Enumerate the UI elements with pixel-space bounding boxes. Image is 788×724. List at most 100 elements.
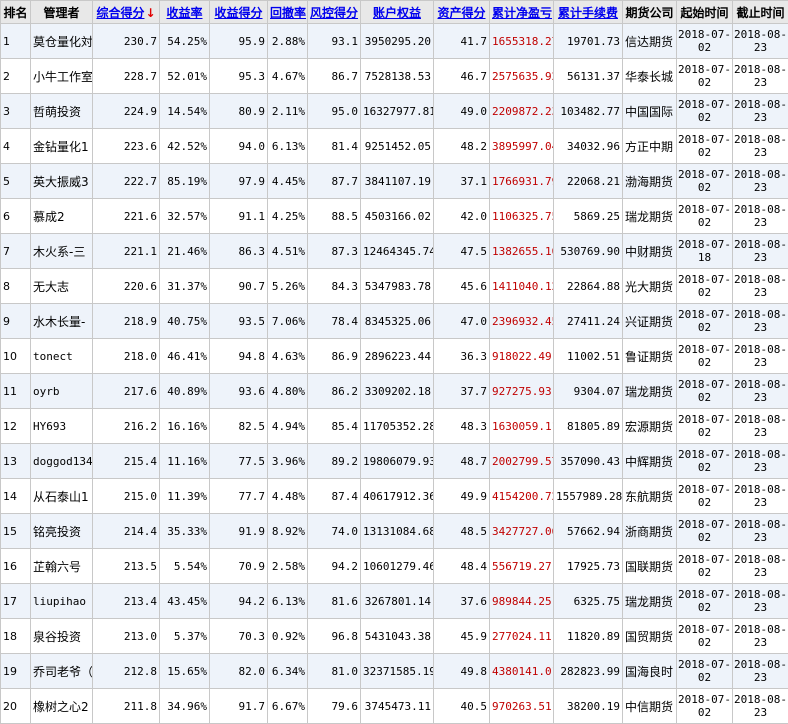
col-fees-header[interactable]: 累计手续费 — [554, 1, 623, 24]
risk-score-cell: 78.4 — [308, 304, 361, 339]
table-row: 3哲萌投资224.914.54%80.92.11%95.016327977.81… — [1, 94, 788, 129]
return-rate-cell: 35.33% — [160, 514, 210, 549]
start-date-cell: 2018-07-02 — [677, 269, 733, 304]
end-date-cell-day: 23 — [734, 531, 787, 544]
col-risk-score-header[interactable]: 风控得分 — [308, 1, 361, 24]
composite-score-cell: 220.6 — [93, 269, 160, 304]
end-date-cell-day: 23 — [734, 286, 787, 299]
start-date-cell: 2018-07-02 — [677, 479, 733, 514]
start-date-cell-day: 02 — [678, 671, 731, 684]
end-date-cell: 2018-08-23 — [733, 339, 788, 374]
end-date-cell-year-month: 2018-08- — [734, 28, 787, 41]
end-date-cell-year-month: 2018-08- — [734, 553, 787, 566]
start-date-cell: 2018-07-02 — [677, 304, 733, 339]
start-date-cell-year-month: 2018-07- — [678, 448, 731, 461]
start-date-cell: 2018-07-02 — [677, 24, 733, 59]
asset-score-cell: 45.9 — [434, 619, 490, 654]
manager-cell: 橡树之心2 — [31, 689, 93, 724]
return-score-cell: 94.0 — [210, 129, 268, 164]
rank-cell: 3 — [1, 94, 31, 129]
start-date-cell-day: 02 — [678, 356, 731, 369]
table-row: 6慕成2221.632.57%91.14.25%88.54503166.0242… — [1, 199, 788, 234]
col-drawdown-header[interactable]: 回撤率 — [268, 1, 308, 24]
col-asset-score-header[interactable]: 资产得分 — [434, 1, 490, 24]
company-cell: 中辉期货 — [623, 444, 677, 479]
company-cell: 浙商期货 — [623, 514, 677, 549]
composite-score-cell: 218.0 — [93, 339, 160, 374]
return-score-cell: 70.3 — [210, 619, 268, 654]
equity-cell: 12464345.74 — [361, 234, 434, 269]
composite-score-cell: 224.9 — [93, 94, 160, 129]
drawdown-cell: 4.45% — [268, 164, 308, 199]
asset-score-cell: 41.7 — [434, 24, 490, 59]
end-date-cell-day: 23 — [734, 566, 787, 579]
table-row: 12HY693216.216.16%82.54.94%85.411705352.… — [1, 409, 788, 444]
start-date-cell-year-month: 2018-07- — [678, 378, 731, 391]
start-date-cell-year-month: 2018-07- — [678, 518, 731, 531]
risk-score-cell: 85.4 — [308, 409, 361, 444]
col-return-rate-header[interactable]: 收益率 — [160, 1, 210, 24]
end-date-cell-day: 23 — [734, 356, 787, 369]
end-date-cell: 2018-08-23 — [733, 164, 788, 199]
net-pnl-cell: 2209872.23 — [490, 94, 554, 129]
table-row: 1莫仓量化対230.754.25%95.92.88%93.13950295.20… — [1, 24, 788, 59]
start-date-cell-day: 02 — [678, 321, 731, 334]
end-date-cell: 2018-08-23 — [733, 304, 788, 339]
return-score-cell: 97.9 — [210, 164, 268, 199]
equity-cell: 3309202.18 — [361, 374, 434, 409]
start-date-cell-year-month: 2018-07- — [678, 98, 731, 111]
end-date-cell-year-month: 2018-08- — [734, 588, 787, 601]
start-date-cell-day: 02 — [678, 76, 731, 89]
table-row: 11oyrb217.640.89%93.64.80%86.23309202.18… — [1, 374, 788, 409]
end-date-cell: 2018-08-23 — [733, 409, 788, 444]
net-pnl-cell: 1382655.10 — [490, 234, 554, 269]
start-date-cell-year-month: 2018-07- — [678, 658, 731, 671]
col-net-pnl-header[interactable]: 累计净盈亏 — [490, 1, 554, 24]
start-date-cell-day: 02 — [678, 496, 731, 509]
company-cell: 兴证期货 — [623, 304, 677, 339]
return-rate-cell: 32.57% — [160, 199, 210, 234]
drawdown-cell: 4.80% — [268, 374, 308, 409]
composite-score-cell: 221.1 — [93, 234, 160, 269]
end-date-cell: 2018-08-23 — [733, 94, 788, 129]
company-cell: 瑞龙期货 — [623, 374, 677, 409]
col-return-score-header[interactable]: 收益得分 — [210, 1, 268, 24]
start-date-cell-year-month: 2018-07- — [678, 693, 731, 706]
fees-cell: 34032.96 — [554, 129, 623, 164]
start-date-cell: 2018-07-02 — [677, 59, 733, 94]
fees-cell: 5869.25 — [554, 199, 623, 234]
table-row: 5英大振威3222.785.19%97.94.45%87.73841107.19… — [1, 164, 788, 199]
return-score-cell: 77.7 — [210, 479, 268, 514]
start-date-cell-year-month: 2018-07- — [678, 623, 731, 636]
start-date-cell-year-month: 2018-07- — [678, 273, 731, 286]
table-header: 排名 管理者 综合得分↓ 收益率 收益得分 回撤率 风控得分 账户权益 资产得分… — [1, 1, 788, 24]
start-date-cell-day: 02 — [678, 286, 731, 299]
end-date-cell: 2018-08-23 — [733, 269, 788, 304]
col-composite-header[interactable]: 综合得分↓ — [93, 1, 160, 24]
drawdown-cell: 4.67% — [268, 59, 308, 94]
table-row: 16芷翰六号213.55.54%70.92.58%94.210601279.46… — [1, 549, 788, 584]
drawdown-cell: 6.13% — [268, 584, 308, 619]
return-rate-cell: 11.16% — [160, 444, 210, 479]
fees-cell: 103482.77 — [554, 94, 623, 129]
rank-cell: 7 — [1, 234, 31, 269]
equity-cell: 4503166.02 — [361, 199, 434, 234]
net-pnl-cell: 1766931.79 — [490, 164, 554, 199]
return-rate-cell: 52.01% — [160, 59, 210, 94]
manager-cell: 芷翰六号 — [31, 549, 93, 584]
end-date-cell-day: 23 — [734, 601, 787, 614]
manager-cell: tonect — [31, 339, 93, 374]
return-score-cell: 93.6 — [210, 374, 268, 409]
manager-cell: liupihao — [31, 584, 93, 619]
drawdown-cell: 2.11% — [268, 94, 308, 129]
end-date-cell-day: 23 — [734, 216, 787, 229]
end-date-cell-year-month: 2018-08- — [734, 623, 787, 636]
drawdown-cell: 6.13% — [268, 129, 308, 164]
return-score-cell: 77.5 — [210, 444, 268, 479]
return-score-cell: 80.9 — [210, 94, 268, 129]
end-date-cell-day: 23 — [734, 76, 787, 89]
col-equity-header[interactable]: 账户权益 — [361, 1, 434, 24]
table-row: 14从石泰山1215.011.39%77.74.48%87.440617912.… — [1, 479, 788, 514]
table-row: 20橡树之心2211.834.96%91.76.67%79.63745473.1… — [1, 689, 788, 724]
fees-cell: 56131.37 — [554, 59, 623, 94]
